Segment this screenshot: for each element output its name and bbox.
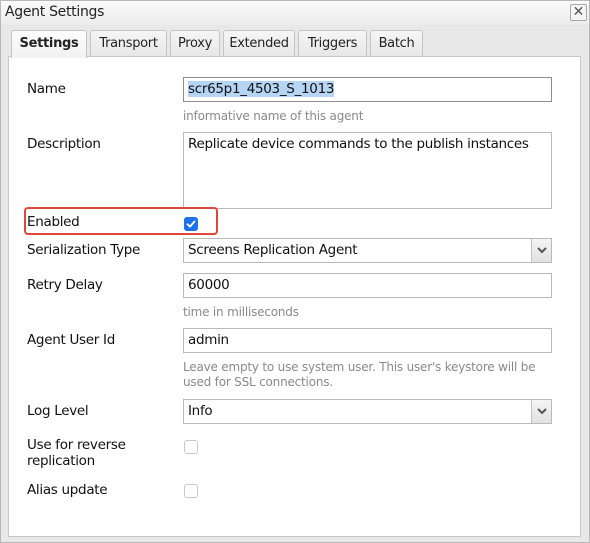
tab-transport[interactable]: Transport: [90, 30, 167, 57]
name-label: Name: [27, 81, 66, 97]
tab-extended[interactable]: Extended: [223, 30, 295, 57]
agent-settings-dialog: Agent Settings ✕ Settings Transport Prox…: [0, 0, 590, 543]
name-hint: informative name of this agent: [183, 109, 364, 123]
title-bar: Agent Settings ✕: [1, 1, 589, 25]
serialization-type-select[interactable]: Screens Replication Agent: [183, 238, 552, 263]
reverse-replication-label: Use for reverse replication: [27, 437, 126, 469]
agent-user-id-hint: Leave empty to use system user. This use…: [183, 360, 536, 389]
close-button[interactable]: ✕: [570, 4, 587, 21]
log-level-label: Log Level: [27, 403, 89, 419]
name-value: scr65p1_4503_S_1013: [188, 81, 335, 97]
checkmark-icon: [186, 220, 196, 228]
agent-user-id-input[interactable]: admin: [183, 328, 552, 353]
serialization-type-dropdown-button[interactable]: [531, 239, 551, 262]
alias-update-label: Alias update: [27, 482, 108, 498]
tab-triggers[interactable]: Triggers: [298, 30, 367, 57]
alias-update-checkbox[interactable]: [184, 484, 198, 498]
chevron-down-icon: [537, 247, 547, 254]
enabled-label: Enabled: [27, 214, 80, 230]
tab-proxy[interactable]: Proxy: [170, 30, 220, 57]
log-level-value: Info: [188, 403, 213, 419]
retry-delay-hint: time in milliseconds: [183, 305, 299, 319]
description-textarea[interactable]: Replicate device commands to the publish…: [183, 132, 552, 209]
reverse-replication-checkbox[interactable]: [184, 440, 198, 454]
close-x-icon: ✕: [572, 4, 585, 20]
retry-delay-input[interactable]: 60000: [183, 273, 552, 298]
dialog-title: Agent Settings: [5, 4, 105, 20]
log-level-select[interactable]: Info: [183, 399, 552, 424]
chevron-down-icon: [537, 408, 547, 415]
log-level-dropdown-button[interactable]: [531, 400, 551, 423]
retry-delay-label: Retry Delay: [27, 277, 103, 293]
name-input[interactable]: scr65p1_4503_S_1013: [183, 77, 552, 102]
serialization-type-label: Serialization Type: [27, 242, 141, 258]
settings-panel: Name scr65p1_4503_S_1013 informative nam…: [8, 56, 581, 537]
tab-batch[interactable]: Batch: [370, 30, 423, 57]
tab-settings[interactable]: Settings: [11, 30, 87, 58]
agent-user-id-label: Agent User Id: [27, 332, 115, 348]
description-label: Description: [27, 136, 101, 152]
serialization-type-value: Screens Replication Agent: [188, 242, 358, 258]
enabled-checkbox[interactable]: [184, 217, 198, 231]
